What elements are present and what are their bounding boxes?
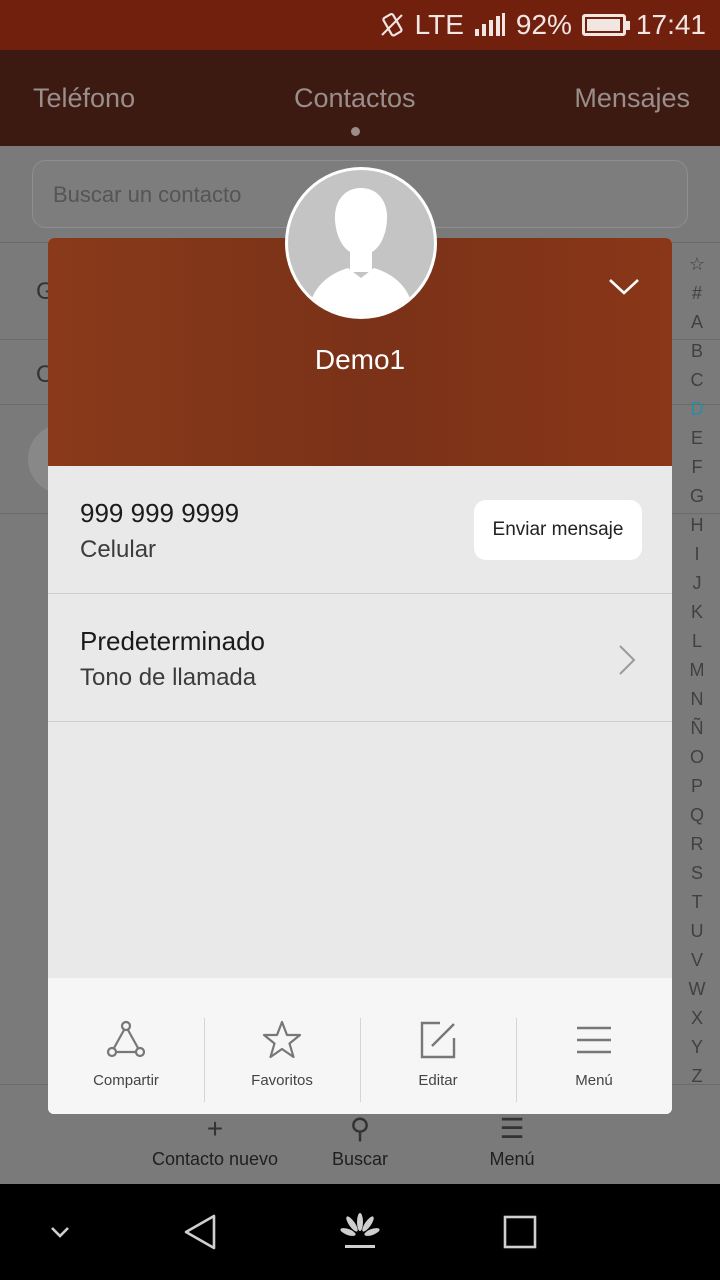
favorites-label: Favoritos [251,1072,313,1089]
send-message-button[interactable]: Enviar mensaje [474,500,642,560]
share-icon [106,1020,146,1058]
search-button[interactable]: ⚲ Buscar [320,1115,400,1170]
recent-apps-icon[interactable] [502,1214,538,1250]
list-menu-button[interactable]: ☰ Menú [472,1115,552,1170]
contact-avatar-large[interactable] [285,167,437,319]
alpha-index-letter[interactable]: O [690,743,704,772]
edit-icon [420,1021,456,1059]
edit-button[interactable]: Editar [360,978,516,1114]
status-bar: LTE 92% 17:41 [0,0,720,50]
ringtone-value: Predeterminado [80,626,265,656]
alpha-index-letter[interactable]: D [691,395,704,424]
alpha-index-letter[interactable]: # [692,279,702,308]
menu-icon: ☰ [499,1113,525,1144]
alpha-index-letter[interactable]: S [691,859,703,888]
menu-label: Menú [575,1072,613,1089]
hide-nav-chevron-icon[interactable] [48,1220,72,1244]
alpha-index-letter[interactable]: U [691,917,704,946]
vibrate-icon [380,12,403,37]
huawei-logo-icon[interactable] [340,1212,380,1252]
selected-tab-indicator [350,126,360,136]
alpha-index-letter[interactable]: N [691,685,704,714]
phone-type: Celular [80,536,157,563]
battery-percent: 92% [515,9,572,40]
card-actions: Compartir Favoritos Editar Menú [48,978,672,1114]
ringtone-row[interactable]: Predeterminado Tono de llamada [48,594,672,722]
alpha-index-letter[interactable]: Y [691,1033,703,1062]
alphabet-index[interactable]: ☆ # A B C D E F G H I J K L M N Ñ O P Q R S T U V W X Y Z [686,250,708,1091]
alpha-index-letter[interactable]: K [691,598,703,627]
alpha-index-letter[interactable]: R [691,830,704,859]
favorites-button[interactable]: Favoritos [204,978,360,1114]
alpha-index-letter[interactable]: G [690,482,704,511]
alpha-index-letter[interactable]: Q [690,801,704,830]
chevron-right-icon [619,645,636,675]
alpha-index-letter[interactable]: H [691,511,704,540]
tab-mensajes[interactable]: Mensajes [574,83,690,114]
alpha-index-letter[interactable]: P [691,772,703,801]
search-icon: ⚲ [349,1113,371,1144]
menu-icon [577,1026,611,1054]
tab-contactos-label: Contactos [293,82,416,113]
battery-fill [586,19,620,31]
alpha-index-letter[interactable]: ☆ [689,250,705,279]
plus-icon: + [206,1113,224,1144]
menu-label: Menú [489,1149,535,1169]
contact-card: Demo1 999 999 9999 Celular Enviar mensaj… [48,238,672,1114]
alpha-index-letter[interactable]: M [690,656,705,685]
alpha-index-letter[interactable]: L [692,627,702,656]
tab-contactos[interactable]: Contactos [293,82,416,136]
back-icon[interactable] [180,1212,220,1252]
search-label: Buscar [331,1149,389,1169]
chevron-down-icon[interactable] [604,266,644,306]
alpha-index-letter[interactable]: V [691,946,703,975]
phone-row[interactable]: 999 999 9999 Celular Enviar mensaje [48,466,672,594]
star-icon [262,1020,302,1059]
person-silhouette-icon [308,188,414,316]
contact-name: Demo1 [314,344,406,375]
signal-icon [474,13,505,36]
top-tabs: Teléfono Contactos Mensajes [0,50,720,146]
navigation-bar [0,1184,720,1280]
network-type: LTE [414,9,464,40]
alpha-index-letter[interactable]: I [694,540,699,569]
card-menu-button[interactable]: Menú [516,978,672,1114]
share-label: Compartir [93,1072,159,1089]
alpha-index-letter[interactable]: Ñ [691,714,704,743]
alpha-index-letter[interactable]: W [689,975,706,1004]
alpha-index-letter[interactable]: J [693,569,702,598]
ringtone-label: Tono de llamada [80,664,257,691]
alpha-index-letter[interactable]: Z [692,1062,703,1091]
alpha-index-letter[interactable]: T [692,888,703,917]
edit-label: Editar [418,1072,458,1089]
alpha-index-letter[interactable]: E [691,424,703,453]
battery-icon [581,14,630,36]
alpha-index-letter[interactable]: C [691,366,704,395]
phone-number: 999 999 9999 [80,498,240,528]
tab-telefono[interactable]: Teléfono [33,83,135,114]
clock: 17:41 [635,9,706,40]
new-contact-button[interactable]: + Contacto nuevo [150,1115,280,1170]
alpha-index-letter[interactable]: F [692,453,703,482]
share-button[interactable]: Compartir [48,978,204,1114]
alpha-index-letter[interactable]: B [691,337,703,366]
alpha-index-letter[interactable]: X [691,1004,703,1033]
alpha-index-letter[interactable]: A [691,308,703,337]
new-contact-label: Contacto nuevo [151,1149,279,1169]
